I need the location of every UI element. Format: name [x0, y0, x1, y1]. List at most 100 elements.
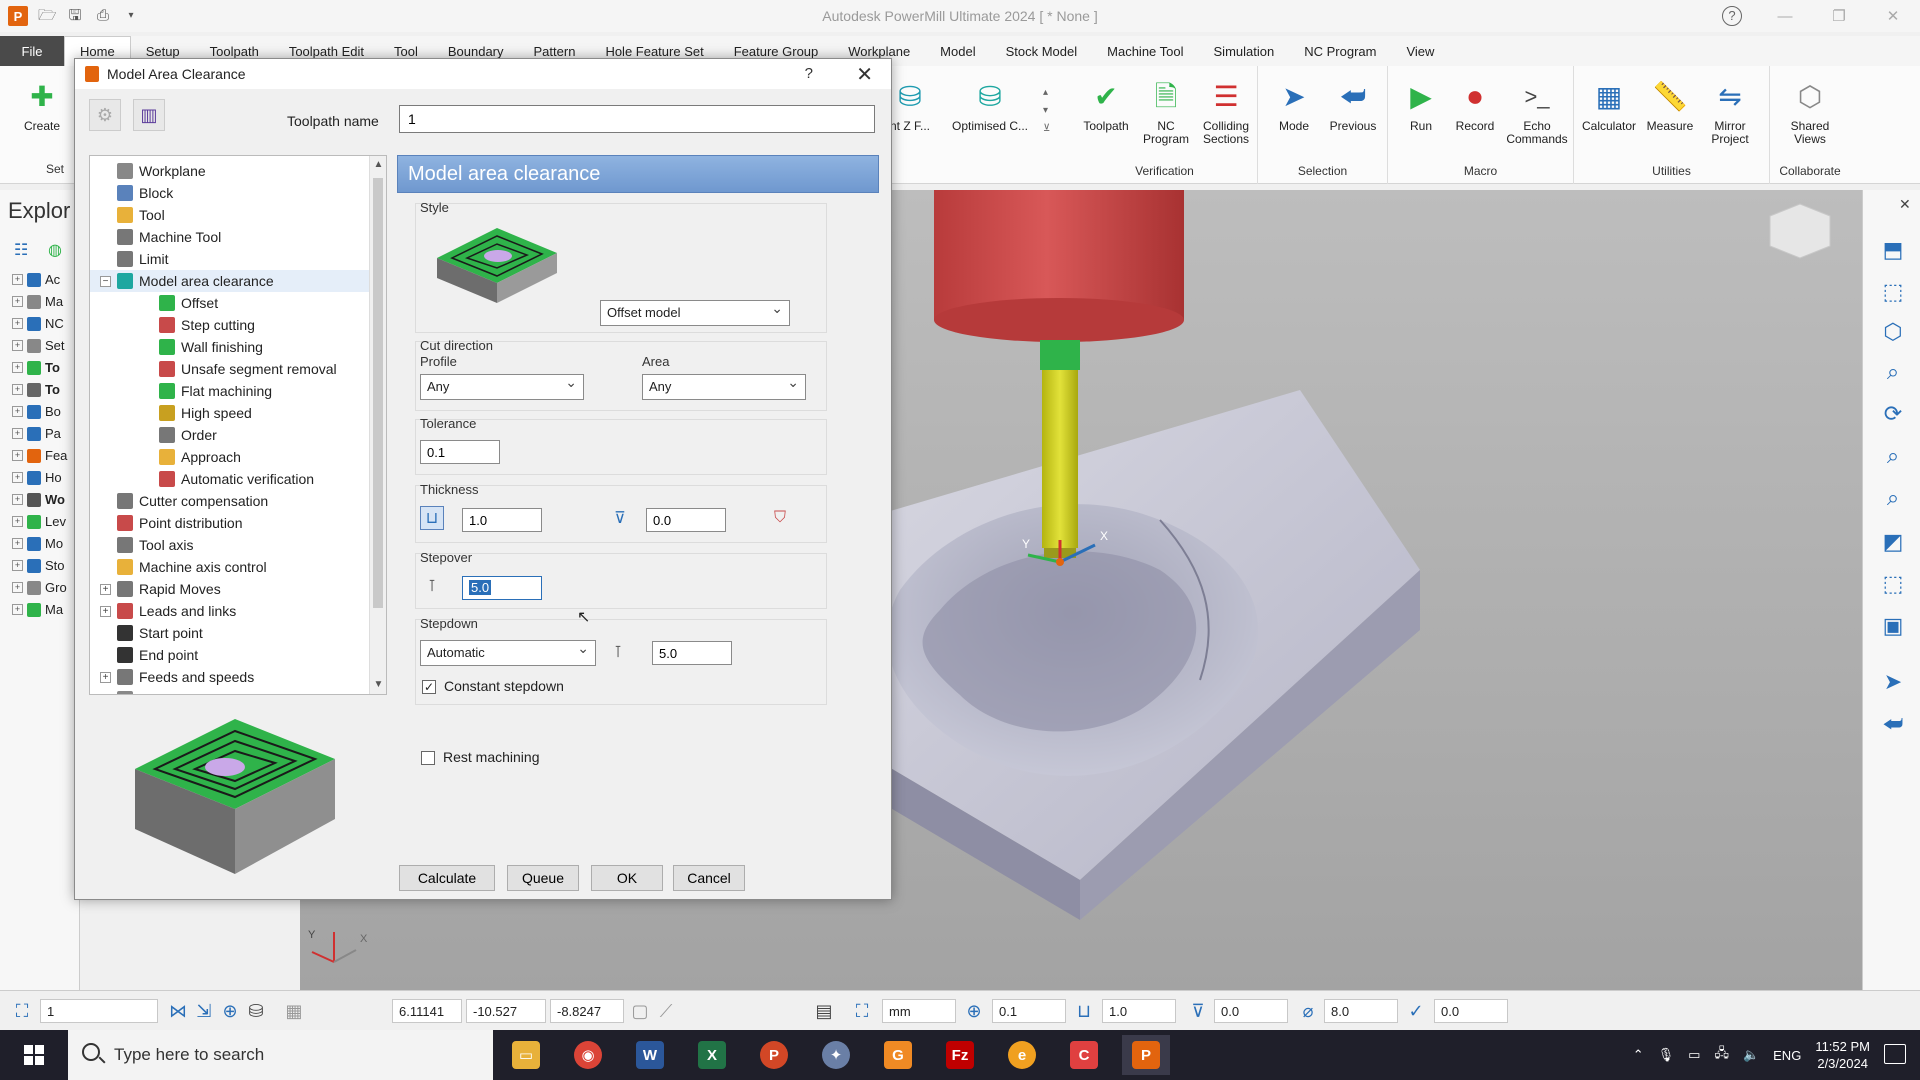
tree-item[interactable]: + Leads and links: [90, 600, 370, 622]
tab-model[interactable]: Model: [925, 36, 990, 66]
tree-scroll-down[interactable]: ▼: [370, 676, 386, 694]
tree-scroll-up[interactable]: ▲: [370, 156, 386, 174]
zoom-out-icon[interactable]: ⌕: [1879, 484, 1907, 512]
diameter-field[interactable]: 8.0: [1324, 999, 1398, 1023]
tree-item[interactable]: High speed: [90, 402, 370, 424]
explorer-item[interactable]: + Pa: [12, 426, 78, 441]
stepover-input[interactable]: 5.0: [462, 576, 542, 600]
tree-item[interactable]: + Feeds and speeds: [90, 666, 370, 688]
calculate-button[interactable]: Calculate: [399, 865, 495, 891]
echo-commands-button[interactable]: >_ Echo Commands: [1504, 76, 1570, 146]
tree-item[interactable]: Machine Tool: [90, 226, 370, 248]
select-undo-icon[interactable]: ⮨: [1879, 710, 1907, 738]
taskbar-app-bird[interactable]: ✦: [812, 1035, 860, 1075]
tree-item[interactable]: Start point: [90, 622, 370, 644]
open-folder-icon[interactable]: 🗁: [38, 7, 57, 25]
explorer-item[interactable]: + Sto: [12, 558, 78, 573]
measure-mode-icon[interactable]: ⟋: [654, 999, 678, 1023]
tray-expand-icon[interactable]: ⌃: [1633, 1047, 1644, 1063]
shared-views-button[interactable]: ⬡ Shared Views: [1776, 76, 1844, 146]
thickness-field[interactable]: 1.0: [1102, 999, 1176, 1023]
workplane-select[interactable]: 1: [40, 999, 158, 1023]
explorer-item[interactable]: + NC: [12, 316, 78, 331]
measure-button[interactable]: 📏 Measure: [1642, 76, 1698, 133]
explorer-tree-icon[interactable]: ☷: [14, 240, 28, 260]
tree-item[interactable]: + Rapid Moves: [90, 578, 370, 600]
profile-select[interactable]: Any: [420, 374, 584, 400]
toolpath-template-icon[interactable]: ⚙: [89, 99, 121, 131]
taskbar-search[interactable]: Type here to search: [68, 1030, 493, 1080]
select-icon[interactable]: ➤: [1879, 668, 1907, 696]
explorer-item[interactable]: + Ac: [12, 272, 78, 287]
radial-thickness-icon[interactable]: ⊔: [420, 506, 444, 530]
zoom-box-icon[interactable]: ⌕: [1879, 442, 1907, 470]
stepdown-input[interactable]: [652, 641, 732, 665]
macro-run-button[interactable]: ▶ Run: [1396, 76, 1446, 133]
notifications-icon[interactable]: [1884, 1044, 1906, 1064]
explorer-item[interactable]: + Wo: [12, 492, 78, 507]
wireframe-view-icon[interactable]: ⬚: [1879, 570, 1907, 598]
taskbar-app-c[interactable]: C: [1060, 1035, 1108, 1075]
panel-close-icon[interactable]: ✕: [1899, 196, 1911, 213]
tree-item[interactable]: Offset: [90, 292, 370, 314]
coord-y-field[interactable]: -10.527: [466, 999, 546, 1023]
expand-toggle-icon[interactable]: +: [12, 296, 23, 307]
explorer-item[interactable]: + Fea: [12, 448, 78, 463]
tree-item[interactable]: End point: [90, 644, 370, 666]
snap-icon-2[interactable]: ⇲: [192, 999, 216, 1023]
expand-toggle-icon[interactable]: +: [12, 472, 23, 483]
tree-item[interactable]: − Model area clearance: [90, 270, 370, 292]
tree-scrollbar[interactable]: ▲ ▼: [369, 156, 386, 694]
block-view-icon[interactable]: ▣: [1879, 612, 1907, 640]
minimize-icon[interactable]: —: [1758, 0, 1812, 32]
coord-mode-icon[interactable]: ▢: [628, 999, 652, 1023]
previous-selection-button[interactable]: ⮨ Previous: [1324, 76, 1382, 133]
taskbar-chrome[interactable]: ◉: [564, 1035, 612, 1075]
colliding-sections-button[interactable]: ☰ Colliding Sections: [1196, 76, 1256, 146]
tab-machine-tool[interactable]: Machine Tool: [1092, 36, 1198, 66]
taskbar-app-orange[interactable]: G: [874, 1035, 922, 1075]
dialog-help-button[interactable]: ?: [805, 65, 813, 82]
explorer-item[interactable]: + Mo: [12, 536, 78, 551]
tree-item[interactable]: Tool: [90, 204, 370, 226]
tab-stock-model[interactable]: Stock Model: [991, 36, 1093, 66]
explorer-item[interactable]: + Bo: [12, 404, 78, 419]
expand-toggle-icon[interactable]: +: [12, 516, 23, 527]
taskbar-excel[interactable]: X: [688, 1035, 736, 1075]
stepover-tool-icon[interactable]: ⊺: [420, 574, 444, 598]
expand-toggle-icon[interactable]: +: [12, 428, 23, 439]
maximize-icon[interactable]: ❐: [1812, 0, 1866, 32]
shaded-view-icon[interactable]: ◩: [1879, 528, 1907, 556]
optimised-constant-z-button[interactable]: ⛁ Optimised C...: [945, 76, 1035, 133]
battery-icon[interactable]: ▭: [1688, 1047, 1700, 1063]
expand-toggle-icon[interactable]: +: [12, 604, 23, 615]
tab-simulation[interactable]: Simulation: [1199, 36, 1290, 66]
constant-stepdown-checkbox[interactable]: ✓: [422, 680, 436, 694]
close-icon[interactable]: ✕: [1866, 0, 1920, 32]
tree-item[interactable]: Wall finishing: [90, 336, 370, 358]
save-as-icon[interactable]: ⎙: [94, 7, 112, 25]
tree-item[interactable]: Point distribution: [90, 512, 370, 534]
stepdown-mode-select[interactable]: Automatic: [420, 640, 596, 666]
dialog-close-button[interactable]: ✕: [856, 62, 873, 87]
tree-expand-icon[interactable]: +: [100, 605, 111, 617]
expand-toggle-icon[interactable]: +: [12, 340, 23, 351]
help-icon[interactable]: ?: [1722, 6, 1742, 26]
explorer-globe-icon[interactable]: ◍: [48, 240, 62, 260]
qa-dropdown-icon[interactable]: ▾: [122, 7, 140, 25]
zoom-icon[interactable]: ⌕: [1879, 358, 1907, 386]
taskbar-powermill[interactable]: P: [1122, 1035, 1170, 1075]
area-select[interactable]: Any: [642, 374, 806, 400]
view-cube-icon[interactable]: [1769, 203, 1831, 259]
tab-nc-program[interactable]: NC Program: [1289, 36, 1391, 66]
expand-toggle-icon[interactable]: +: [12, 450, 23, 461]
grid-icon[interactable]: ▦: [282, 999, 306, 1023]
snap-icon-3[interactable]: ⊕: [218, 999, 242, 1023]
macro-record-button[interactable]: ⏺ Record: [1448, 76, 1502, 133]
view-iso-icon[interactable]: ⬒: [1879, 236, 1907, 264]
explorer-item[interactable]: + Set: [12, 338, 78, 353]
taskbar-powerpoint[interactable]: P: [750, 1035, 798, 1075]
tree-item[interactable]: Tool axis: [90, 534, 370, 556]
tree-item[interactable]: Approach: [90, 446, 370, 468]
explorer-item[interactable]: + Lev: [12, 514, 78, 529]
